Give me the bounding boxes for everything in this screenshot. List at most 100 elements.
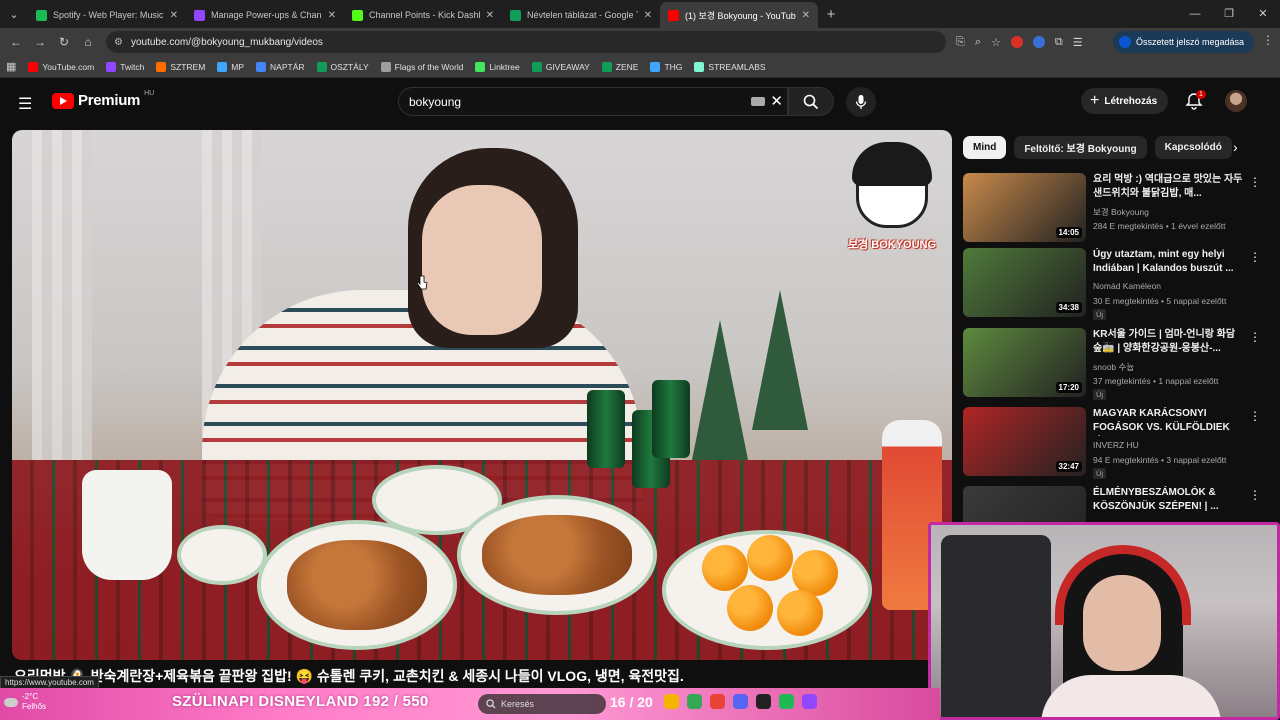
zoom-icon[interactable]: ⌕ (975, 36, 981, 49)
obs-icon[interactable] (756, 694, 771, 709)
filter-chip[interactable]: Kapcsolódó (1154, 136, 1232, 159)
video-thumbnail[interactable]: 14:05 (963, 173, 1086, 242)
recommended-video[interactable]: 32:47 MAGYAR KARÁCSONYI FOGÁSOK VS. KÜLF… (963, 407, 1263, 479)
bookmark-item[interactable]: THG (650, 61, 682, 72)
account-avatar[interactable] (1225, 90, 1247, 112)
install-icon[interactable]: ⎘ (956, 36, 965, 49)
extension-icon[interactable] (1010, 36, 1023, 48)
bookmark-label: OSZTÁLY (330, 61, 369, 72)
tab-search-icon[interactable]: ⌄ (0, 0, 28, 28)
more-actions-icon[interactable]: ⋮ (1249, 175, 1261, 189)
taskbar-search-input[interactable]: Keresés (478, 694, 606, 714)
youtube-premium-logo[interactable]: Premium HU (52, 90, 154, 109)
bookmark-item[interactable]: YouTube.com (28, 61, 95, 72)
recommended-video-title[interactable]: 요리 먹방 :) 역대급으로 맛있는 자두샌드위치와 불닭김밥, 매... (1093, 173, 1243, 201)
recommended-video[interactable]: 14:05 요리 먹방 :) 역대급으로 맛있는 자두샌드위치와 불닭김밥, 매… (963, 173, 1263, 243)
extensions-puzzle-icon[interactable]: ⧉ (1055, 36, 1063, 49)
browser-menu-icon[interactable]: ⋮ (1262, 33, 1274, 47)
keyboard-icon[interactable] (751, 97, 765, 106)
file-explorer-icon[interactable] (664, 694, 679, 709)
discord-icon[interactable] (733, 694, 748, 709)
bookmark-item[interactable]: SZTREM (156, 61, 205, 72)
reading-list-icon[interactable]: ☰ (1073, 36, 1083, 49)
channel-name[interactable]: snoob 수늅 (1093, 361, 1134, 373)
chrome-icon[interactable] (687, 694, 702, 709)
bookmark-item[interactable]: STREAMLABS (694, 61, 766, 72)
bookmark-item[interactable]: Twitch (106, 61, 144, 72)
menu-icon[interactable]: ☰ (18, 94, 32, 114)
video-player[interactable]: 보경 BOKYOUNG (12, 130, 952, 660)
browser-tab[interactable]: Spotify - Web Player: Music for ✕ (28, 2, 186, 28)
recommended-video[interactable]: 34:38 Úgy utaztam, mint egy helyi Indiáb… (963, 248, 1263, 320)
clear-search-icon[interactable]: ✕ (770, 92, 783, 110)
close-tab-icon[interactable]: ✕ (486, 10, 494, 21)
bookmark-item[interactable]: Linktree (475, 61, 520, 72)
bookmark-item[interactable]: NAPTÁR (256, 61, 305, 72)
password-suggestion-button[interactable]: Összetett jelszó megadása (1112, 31, 1254, 53)
weather-widget[interactable]: -2°C Felhős (4, 692, 46, 712)
home-icon[interactable]: ⌂ (76, 35, 100, 49)
headset (1055, 545, 1191, 625)
side-plate (177, 525, 267, 585)
bookmark-item[interactable]: GIVEAWAY (531, 61, 590, 72)
video-thumbnail[interactable]: 17:20 (963, 328, 1086, 397)
recommended-video[interactable]: 17:20 KR서울 가이드 | 엄마-언니랑 화담숲🚋 | 양화한강공원-응봉… (963, 328, 1263, 400)
browser-tab[interactable]: (1) 보경 Bokyoung - YouTube ✕ (660, 2, 818, 28)
video-title: 요리먹방 🍳 반숙계란장+제육볶음 끝판왕 집밥! 😝 슈톨렌 쿠키, 교촌치킨… (14, 668, 684, 684)
bookmark-item[interactable]: Flags of the World (380, 61, 463, 72)
video-thumbnail[interactable]: 32:47 (963, 407, 1086, 476)
channel-watermark: 보경 BOKYOUNG (842, 140, 942, 260)
bookmark-label: YouTube.com (42, 61, 95, 72)
voice-search-button[interactable] (846, 87, 876, 117)
new-tab-button[interactable]: + (818, 2, 844, 28)
bookmark-star-icon[interactable]: ☆ (991, 36, 1001, 49)
recommended-video-title[interactable]: Úgy utaztam, mint egy helyi Indiában | K… (1093, 248, 1243, 276)
curtain (32, 130, 92, 490)
site-info-icon[interactable]: ⚙ (114, 37, 123, 48)
search-button[interactable] (788, 87, 834, 116)
extension-icon[interactable] (1032, 36, 1045, 48)
bookmark-item[interactable]: OSZTÁLY (316, 61, 369, 72)
more-actions-icon[interactable]: ⋮ (1249, 250, 1261, 264)
bookmark-favicon-icon (106, 61, 117, 72)
search-input[interactable]: bokyoung ✕ (398, 87, 788, 116)
close-window-icon[interactable]: ✕ (1246, 0, 1280, 28)
channel-name[interactable]: INVERZ HU (1093, 440, 1139, 450)
reload-icon[interactable]: ↻ (52, 35, 76, 49)
youtube-header: ☰ Premium HU bokyoung ✕ + Létrehozás 1 (0, 78, 1280, 126)
restore-icon[interactable]: ❐ (1212, 0, 1246, 28)
recommended-video-title[interactable]: ÉLMÉNYBESZÁMOLÓK & KÖSZÖNJÜK SZÉPEN! | .… (1093, 486, 1243, 514)
filter-chip[interactable]: Mind (963, 136, 1007, 159)
apps-grid-icon[interactable]: ▦ (6, 60, 16, 73)
twitch-icon[interactable] (802, 694, 817, 709)
bookmark-item[interactable]: ZENE (601, 61, 638, 72)
bookmark-favicon-icon (475, 61, 486, 72)
create-button[interactable]: + Létrehozás (1081, 88, 1169, 114)
channel-name[interactable]: 보경 Bokyoung (1093, 206, 1149, 218)
channel-name[interactable]: Nomád Kaméleon (1093, 281, 1161, 291)
more-actions-icon[interactable]: ⋮ (1249, 488, 1261, 502)
bookmark-item[interactable]: MP (217, 61, 244, 72)
browser-tab[interactable]: Manage Power-ups & Channel ✕ (186, 2, 344, 28)
recommended-video-title[interactable]: MAGYAR KARÁCSONYI FOGÁSOK VS. KÜLFÖLDIEK… (1093, 407, 1243, 436)
close-tab-icon[interactable]: ✕ (328, 10, 336, 21)
video-thumbnail[interactable]: 34:38 (963, 248, 1086, 317)
more-actions-icon[interactable]: ⋮ (1249, 330, 1261, 344)
browser-tab[interactable]: Névtelen táblázat - Google Tábl ✕ (502, 2, 660, 28)
bookmark-label: Linktree (489, 61, 520, 72)
opera-icon[interactable] (710, 694, 725, 709)
close-tab-icon[interactable]: ✕ (170, 10, 178, 21)
close-tab-icon[interactable]: ✕ (644, 10, 652, 21)
more-actions-icon[interactable]: ⋮ (1249, 409, 1261, 423)
browser-tab[interactable]: Channel Points - Kick Dashboa ✕ (344, 2, 502, 28)
minimize-icon[interactable]: — (1178, 0, 1212, 28)
spotify-icon[interactable] (779, 694, 794, 709)
back-icon[interactable]: ← (4, 35, 28, 49)
forward-icon[interactable]: → (28, 35, 52, 49)
recommended-video-title[interactable]: KR서울 가이드 | 엄마-언니랑 화담숲🚋 | 양화한강공원-응봉산-... (1093, 328, 1243, 356)
search-icon (803, 94, 819, 109)
address-bar[interactable]: ⚙ youtube.com/@bokyoung_mukbang/videos (106, 31, 946, 53)
chevron-right-icon[interactable]: › (1233, 139, 1238, 155)
close-tab-icon[interactable]: ✕ (802, 10, 810, 21)
filter-chip[interactable]: Feltöltő: 보경 Bokyoung (1014, 136, 1147, 159)
